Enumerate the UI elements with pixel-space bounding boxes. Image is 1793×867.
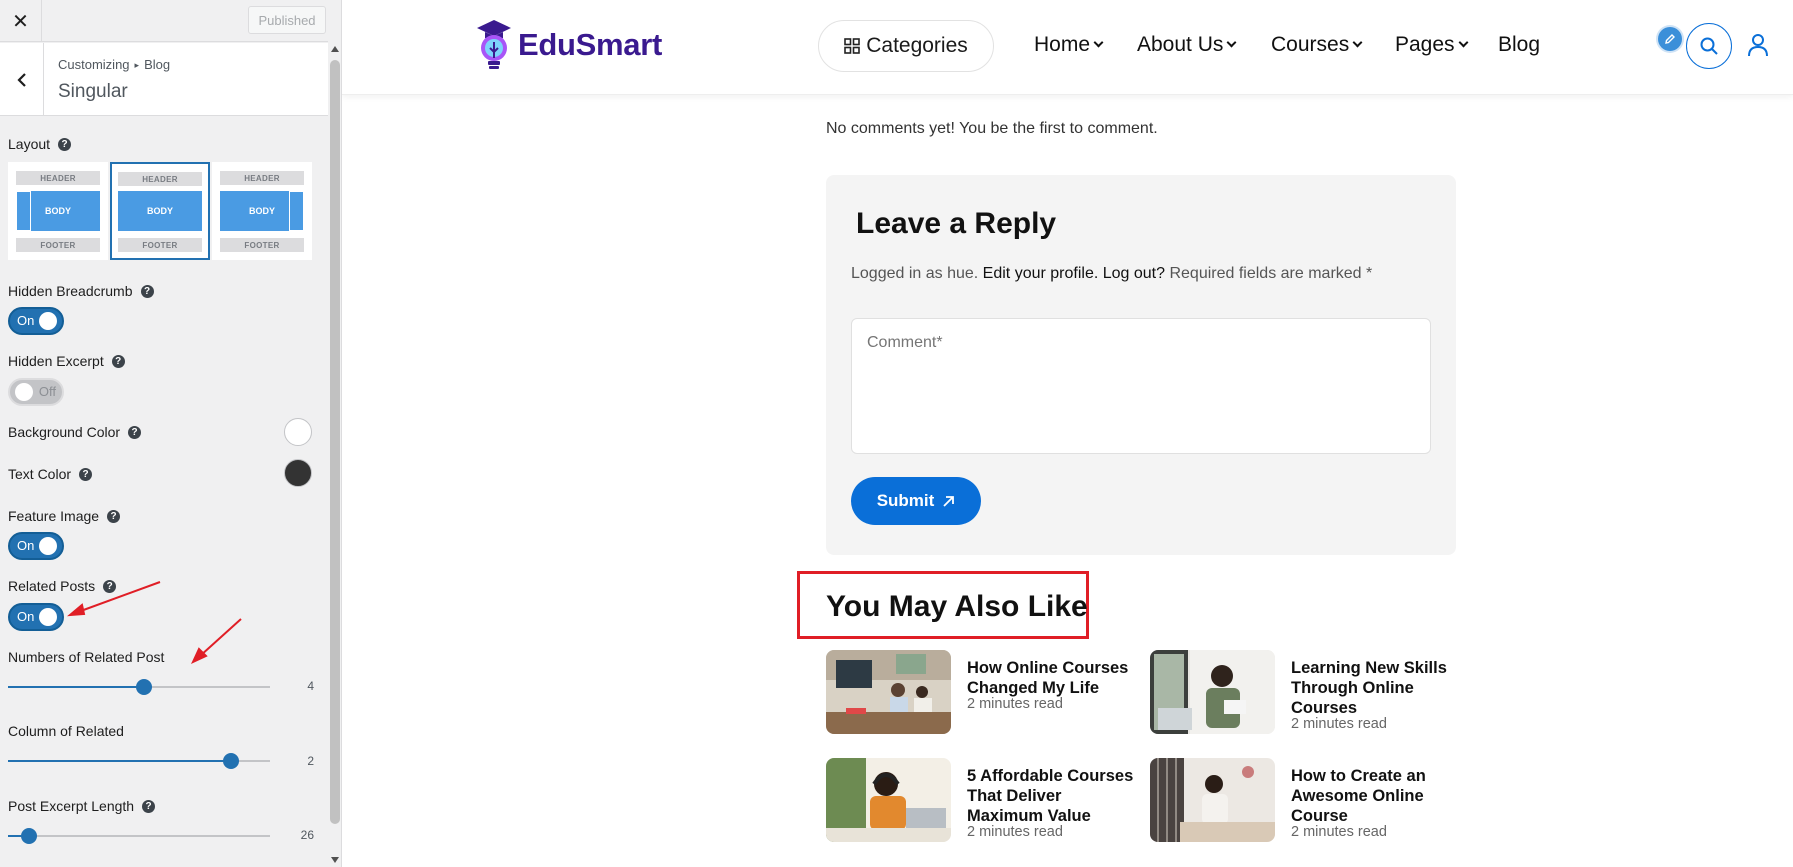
nav-pages[interactable]: Pages	[1395, 33, 1468, 57]
logged-in-text: Logged in as hue.	[851, 265, 979, 282]
nav-label: Courses	[1271, 33, 1350, 56]
scroll-up-icon[interactable]	[331, 46, 339, 52]
comment-form: Leave a Reply Logged in as hue. Edit you…	[826, 175, 1456, 555]
scrollbar-thumb[interactable]	[330, 60, 340, 824]
nav-courses[interactable]: Courses	[1271, 33, 1363, 57]
user-icon[interactable]	[1744, 31, 1772, 59]
grid-icon	[844, 38, 861, 54]
submit-button[interactable]: Submit	[851, 477, 981, 525]
nav-about-us[interactable]: About Us	[1137, 33, 1237, 57]
read-time: 2 minutes read	[967, 696, 1063, 712]
post-thumbnail[interactable]	[826, 650, 951, 734]
annotation-arrows	[66, 581, 242, 665]
required-fields-text: Required fields are marked *	[1169, 265, 1373, 282]
read-time: 2 minutes read	[1291, 824, 1387, 840]
edit-profile-link[interactable]: Edit your profile.	[983, 265, 1099, 282]
sidebar-scrollbar[interactable]	[328, 42, 341, 867]
submit-label: Submit	[876, 491, 935, 510]
chevron-down-icon	[1458, 37, 1468, 47]
site-preview: EduSmart Categories Home About Us Course…	[342, 0, 1793, 867]
chevron-down-icon	[1093, 37, 1104, 47]
related-post-title[interactable]: Learning New Skills Through Online Cours…	[1291, 658, 1466, 718]
related-post-title[interactable]: How to Create an Awesome Online Course	[1291, 766, 1466, 826]
read-time: 2 minutes read	[1291, 716, 1387, 732]
related-post-card[interactable]: Learning New Skills Through Online Cours…	[1150, 650, 1460, 740]
chevron-down-icon	[1352, 37, 1363, 47]
search-button[interactable]	[1686, 23, 1732, 69]
logo-text: EduSmart	[518, 27, 663, 62]
site-header: EduSmart Categories Home About Us Course…	[342, 0, 1793, 95]
categories-button[interactable]: Categories	[818, 20, 994, 72]
related-post-title[interactable]: How Online Courses Changed My Life	[967, 658, 1142, 698]
related-post-card[interactable]: 5 Affordable Courses That Deliver Maximu…	[826, 758, 1136, 848]
read-time: 2 minutes read	[967, 824, 1063, 840]
graduation-bulb-icon	[477, 20, 511, 69]
chevron-down-icon	[1226, 37, 1237, 47]
related-post-card[interactable]: How to Create an Awesome Online Course 2…	[1150, 758, 1460, 848]
post-thumbnail[interactable]	[826, 758, 951, 842]
customizer-sidebar: ✕ Published Customizing ▸ Blog Singular La…	[0, 0, 342, 867]
search-icon	[1700, 37, 1718, 55]
arrow-up-right-icon	[943, 495, 955, 507]
site-logo[interactable]: EduSmart	[476, 18, 662, 72]
categories-label: Categories	[866, 34, 968, 57]
post-thumbnail[interactable]	[1150, 758, 1275, 842]
nav-blog[interactable]: Blog	[1498, 33, 1540, 57]
nav-label: Home	[1034, 33, 1091, 56]
related-post-title[interactable]: 5 Affordable Courses That Deliver Maximu…	[967, 766, 1142, 826]
reply-title: Leave a Reply	[856, 207, 1057, 240]
related-heading: You May Also Like	[826, 590, 1088, 623]
related-post-card[interactable]: How Online Courses Changed My Life 2 min…	[826, 650, 1136, 740]
nav-label: Pages	[1395, 33, 1455, 56]
nav-label: About Us	[1137, 33, 1224, 56]
nav-home[interactable]: Home	[1034, 33, 1104, 57]
pencil-icon[interactable]	[1658, 27, 1682, 51]
scroll-down-icon[interactable]	[331, 857, 339, 863]
nav-label: Blog	[1498, 33, 1541, 56]
post-thumbnail[interactable]	[1150, 650, 1275, 734]
no-comments-text: No comments yet! You be the first to com…	[826, 120, 1158, 137]
comment-input[interactable]	[851, 318, 1431, 454]
log-out-link[interactable]: Log out?	[1103, 265, 1165, 282]
logged-in-info: Logged in as hue. Edit your profile. Log…	[851, 265, 1372, 283]
